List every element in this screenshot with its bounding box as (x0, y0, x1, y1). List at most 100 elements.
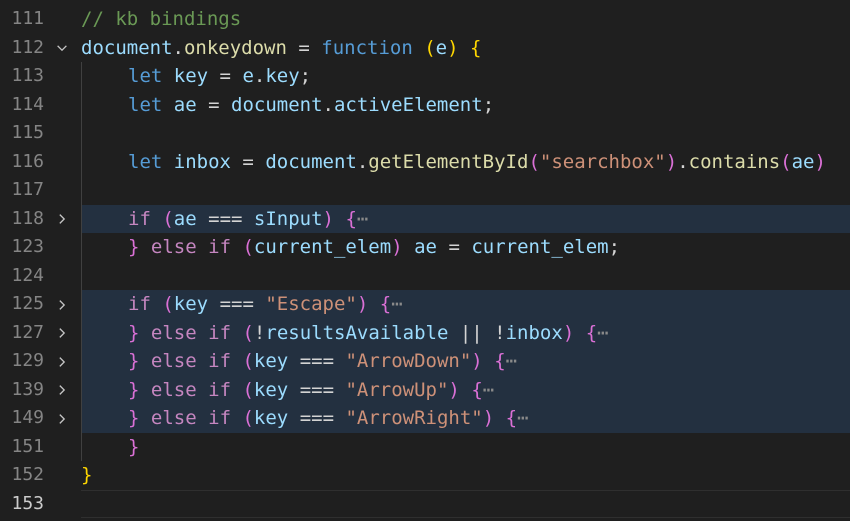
code-line[interactable]: 113 let key = e.key; (0, 62, 850, 91)
line-number: 139 (11, 378, 44, 400)
token-var: e (242, 65, 254, 87)
token-b2: ) (814, 150, 826, 173)
code-text: } else if (key === "ArrowUp") {⋯ (128, 376, 494, 405)
token-b2: ) (471, 350, 483, 372)
fold-chevron-down-icon[interactable] (52, 34, 72, 63)
fold-chevron-right-icon[interactable] (52, 347, 72, 376)
token-var: document (81, 36, 173, 59)
folded-ellipsis-icon[interactable]: ⋯ (483, 379, 494, 401)
token-var: key (173, 65, 209, 87)
token-b2: { (585, 321, 598, 344)
code-line[interactable]: 127} else if (!resultsAvailable || !inbo… (0, 319, 850, 348)
folded-ellipsis-icon[interactable]: ⋯ (517, 407, 528, 429)
code-line[interactable]: 129} else if (key === "ArrowDown") {⋯ (0, 347, 850, 376)
token-op (162, 94, 173, 116)
code-line[interactable]: 112 document.onkeydown = function (e) { (0, 34, 850, 63)
token-b2: ( (242, 407, 254, 429)
token-var: sInput (253, 207, 323, 230)
token-op: = (286, 36, 322, 59)
token-op (413, 37, 424, 59)
token-b2: ) (482, 407, 495, 429)
token-op (197, 407, 208, 429)
token-b2: { (379, 293, 392, 315)
token-cmt: // kb bindings (81, 8, 242, 30)
token-op: === (288, 350, 346, 372)
token-str: "searchbox" (539, 150, 666, 173)
code-line[interactable]: 152} (0, 461, 850, 490)
folded-ellipsis-icon[interactable]: ⋯ (597, 322, 608, 344)
token-ctl: if (128, 207, 151, 230)
code-text: let ae = document.activeElement; (128, 91, 494, 120)
code-line[interactable]: 125 if (key === "Escape") {⋯ (0, 290, 850, 319)
token-b2: ( (528, 150, 540, 173)
fold-chevron-right-icon[interactable] (52, 404, 72, 433)
code-line[interactable]: 153 (0, 489, 850, 518)
line-number: 127 (11, 321, 44, 343)
line-number: 129 (11, 350, 44, 371)
token-b1: } (81, 464, 93, 486)
token-b2: ( (242, 350, 254, 372)
token-ctl: if (208, 350, 232, 372)
token-b2: } (128, 435, 140, 458)
token-b2: { (345, 207, 357, 230)
code-text: } (81, 461, 92, 490)
fold-chevron-right-icon[interactable] (52, 319, 72, 348)
line-number: 149 (11, 407, 44, 428)
code-text: let key = e.key; (128, 62, 311, 91)
code-line[interactable]: 151} (0, 433, 850, 462)
token-ctl: if (208, 321, 232, 344)
token-op: ; (299, 65, 312, 87)
token-str: "ArrowUp" (345, 378, 449, 401)
token-var: resultsAvailable (265, 321, 449, 344)
token-op (151, 208, 162, 230)
token-b2: ( (162, 207, 174, 230)
token-op: ! (253, 321, 266, 344)
fold-chevron-right-icon[interactable] (52, 290, 72, 319)
fold-chevron-right-icon[interactable] (52, 376, 72, 405)
token-var: ae (173, 93, 197, 116)
token-op (197, 350, 208, 372)
code-line[interactable]: 118 if (ae === sInput) {⋯ (0, 205, 850, 234)
code-text: } (128, 433, 139, 462)
token-op (403, 236, 414, 258)
token-op (139, 407, 150, 429)
token-b2: ) (322, 207, 334, 230)
token-op (162, 65, 173, 87)
code-text: let inbox = document.getElementById("sea… (128, 148, 826, 177)
folded-ellipsis-icon[interactable]: ⋯ (391, 293, 402, 315)
token-b1: ) (447, 36, 459, 59)
token-ctl: else (150, 321, 197, 344)
token-var: key (253, 350, 289, 372)
token-op (231, 407, 242, 429)
token-op (459, 37, 470, 59)
token-ctl: if (128, 293, 151, 315)
code-line[interactable]: 116 let inbox = document.getElementById("… (0, 148, 850, 177)
code-line[interactable]: 123} else if (current_elem) ae = current… (0, 233, 850, 262)
token-ctl: else (150, 236, 197, 258)
token-kw: let (128, 93, 163, 116)
token-op (139, 236, 150, 258)
folded-ellipsis-icon[interactable]: ⋯ (506, 350, 517, 372)
token-kw: function (321, 36, 413, 59)
token-var: document (231, 93, 323, 116)
fold-chevron-right-icon[interactable] (52, 205, 72, 234)
code-line[interactable]: 139 } else if (key === "ArrowUp") {⋯ (0, 376, 850, 405)
line-number: 111 (11, 8, 44, 29)
token-b2: } (128, 321, 140, 344)
code-line[interactable]: 115 (0, 119, 850, 148)
token-b2: } (128, 407, 140, 429)
token-b2: { (505, 407, 518, 429)
token-var: ae (791, 150, 815, 173)
code-line[interactable]: 111 // kb bindings (0, 5, 850, 34)
token-op (460, 379, 471, 401)
code-editor[interactable]: 111 // kb bindings 112 document.onkeydown =… (0, 0, 850, 521)
folded-ellipsis-icon[interactable]: ⋯ (357, 208, 368, 230)
token-ctl: else (150, 350, 197, 372)
line-number: 123 (11, 236, 44, 257)
code-line[interactable]: 124 (0, 262, 850, 291)
token-var: key (253, 378, 289, 401)
token-op: . (253, 65, 266, 87)
code-line[interactable]: 117 (0, 176, 850, 205)
code-line[interactable]: 149} else if (key === "ArrowRight") {⋯ (0, 404, 850, 433)
code-line[interactable]: 114 let ae = document.activeElement; (0, 91, 850, 120)
